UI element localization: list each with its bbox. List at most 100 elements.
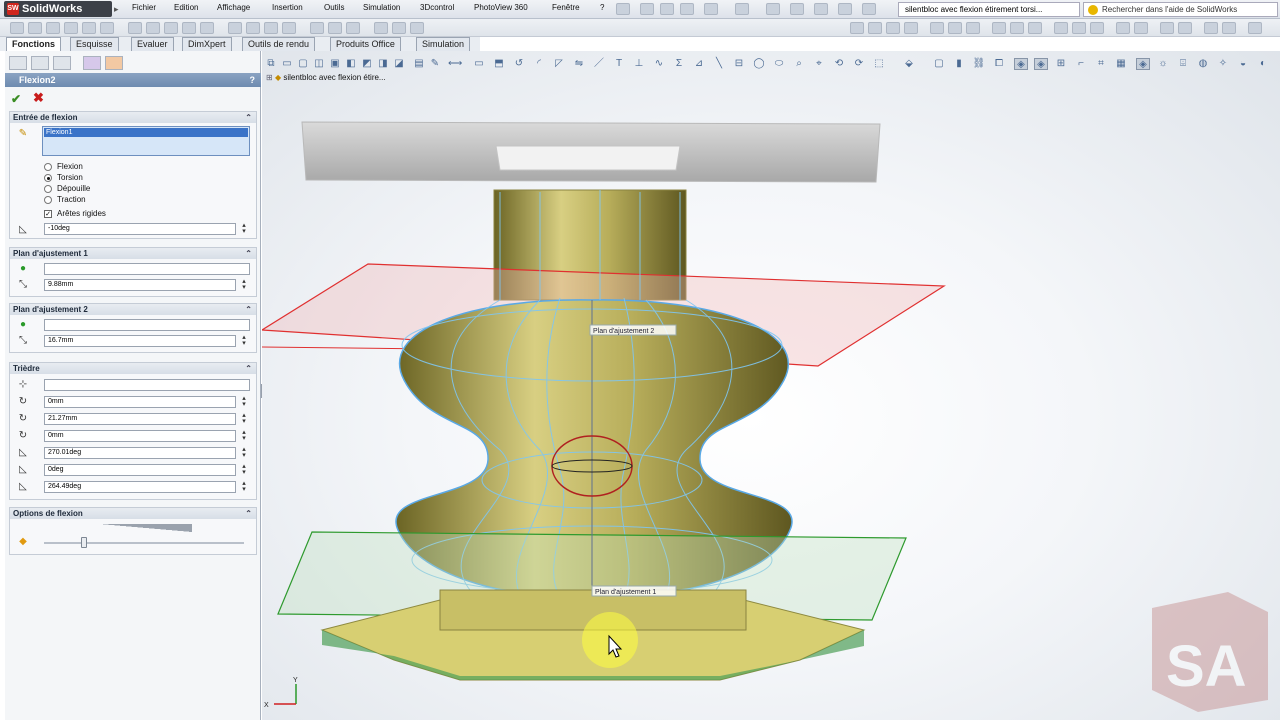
feature-toolbar-icon[interactable] xyxy=(64,22,78,34)
feature-toolbar-icon[interactable] xyxy=(1028,22,1042,34)
annotation-icon[interactable]: ⌗ xyxy=(1094,58,1108,70)
feature-toolbar-icon[interactable] xyxy=(904,22,918,34)
ambient-icon[interactable]: ◐ xyxy=(1256,58,1270,70)
feature-toolbar-icon[interactable] xyxy=(128,22,142,34)
toolbar-dropdown-icon[interactable] xyxy=(862,3,876,15)
menu-pin-icon[interactable]: ▸ xyxy=(114,1,126,17)
feature-toolbar-icon[interactable] xyxy=(246,22,260,34)
light-icon[interactable]: ☼ xyxy=(1156,58,1170,70)
roll-icon[interactable]: ⟳ xyxy=(852,58,866,70)
constraints-icon[interactable]: ⌐ xyxy=(1074,58,1088,70)
view-orientation-icon[interactable]: ▣ xyxy=(328,58,342,70)
group-header[interactable]: Entrée de flexion ⌃ xyxy=(10,112,256,123)
radio-traction[interactable] xyxy=(44,196,52,204)
feature-toolbar-icon[interactable] xyxy=(200,22,214,34)
triad-rx-input[interactable]: 270.01deg xyxy=(44,447,236,459)
tab-outils-de-rendu[interactable]: Outils de rendu xyxy=(242,37,316,51)
aretes-rigides-checkbox[interactable]: ✓ xyxy=(44,210,52,218)
active-view-tool-icon[interactable]: ◈ xyxy=(1034,58,1048,70)
group-header[interactable]: Trièdre ⌃ xyxy=(10,363,256,374)
group-header[interactable]: Options de flexion ⌃ xyxy=(10,508,256,519)
up-down-spinner-icon[interactable]: ▴ ▾ xyxy=(240,480,248,493)
feature-toolbar-icon[interactable] xyxy=(228,22,242,34)
feature-toolbar-icon[interactable] xyxy=(1116,22,1130,34)
select-icon[interactable] xyxy=(766,3,780,15)
feature-toolbar-icon[interactable] xyxy=(46,22,60,34)
edit-appearance-icon[interactable]: ◨ xyxy=(376,58,390,70)
zoom-icon[interactable]: ⌕ xyxy=(792,58,806,70)
feature-toolbar-icon[interactable] xyxy=(392,22,406,34)
print-icon[interactable] xyxy=(704,3,718,15)
chamfer-icon[interactable]: ◸ xyxy=(552,58,566,70)
split-icon[interactable]: ⊟ xyxy=(732,58,746,70)
plan1-selection-input[interactable] xyxy=(44,263,250,275)
new-document-icon[interactable] xyxy=(640,3,654,15)
feature-toolbar-icon[interactable] xyxy=(264,22,278,34)
radio-torsion[interactable] xyxy=(44,174,52,182)
feature-toolbar-icon[interactable] xyxy=(886,22,900,34)
shadows-icon[interactable]: ◒ xyxy=(1236,58,1250,70)
zoom-fit-icon[interactable]: ⧉ xyxy=(264,58,278,70)
feature-toolbar-icon[interactable] xyxy=(948,22,962,34)
chevron-up-icon[interactable]: ⌃ xyxy=(245,304,252,315)
feature-toolbar-icon[interactable] xyxy=(966,22,980,34)
feature-toolbar-icon[interactable] xyxy=(100,22,114,34)
box-icon[interactable]: ⬚ xyxy=(872,58,886,70)
feature-toolbar-icon[interactable] xyxy=(930,22,944,34)
pan-icon[interactable]: ⌖ xyxy=(812,58,826,70)
feature-toolbar-icon[interactable] xyxy=(328,22,342,34)
triad-y-input[interactable]: 21.27mm xyxy=(44,413,236,425)
up-down-spinner-icon[interactable]: ▴ ▾ xyxy=(240,222,248,235)
feature-toolbar-icon[interactable] xyxy=(146,22,160,34)
graphics-area[interactable]: Plan d'ajustement 2 Plan d'ajustement 1 … xyxy=(262,51,1280,720)
menu-3dcontrol[interactable]: 3Dcontrol xyxy=(420,3,454,12)
feature-toolbar-icon[interactable] xyxy=(10,22,24,34)
plan2-distance-input[interactable]: 16.7mm xyxy=(44,335,236,347)
active-view-tool-icon[interactable]: ◈ xyxy=(1014,58,1028,70)
help-search-input[interactable]: Rechercher dans l'aide de SolidWorks xyxy=(1083,2,1278,17)
sketch-grid-icon[interactable]: ⊞ xyxy=(1054,58,1068,70)
snapshot-icon[interactable]: ⧠ xyxy=(992,58,1006,70)
sketch-icon[interactable]: ✎ xyxy=(428,58,442,70)
loft-icon[interactable]: ⬭ xyxy=(772,58,786,70)
plan2-selection-input[interactable] xyxy=(44,319,250,331)
menu-affichage[interactable]: Affichage xyxy=(217,3,250,12)
feature-toolbar-icon[interactable] xyxy=(1178,22,1192,34)
dimxpert-tab-icon[interactable] xyxy=(83,56,101,70)
feature-toolbar-icon[interactable] xyxy=(992,22,1006,34)
apply-scene-icon[interactable]: ◪ xyxy=(392,58,406,70)
text-icon[interactable]: T xyxy=(612,58,626,70)
shell-icon[interactable]: ◯ xyxy=(752,58,766,70)
feature-toolbar-icon[interactable] xyxy=(1072,22,1086,34)
help-icon[interactable]: ? xyxy=(250,73,256,87)
save-icon[interactable] xyxy=(680,3,694,15)
feature-toolbar-icon[interactable] xyxy=(1134,22,1148,34)
active-view-tool-icon[interactable]: ◈ xyxy=(1136,58,1150,70)
isometric-icon[interactable]: ⬙ xyxy=(902,58,916,70)
smart-dimension-icon[interactable]: ⟷ xyxy=(448,58,462,70)
up-down-spinner-icon[interactable]: ▴ ▾ xyxy=(240,395,248,408)
selected-body-item[interactable]: Flexion1 xyxy=(44,128,248,137)
pin-icon[interactable] xyxy=(616,3,630,15)
feature-toolbar-icon[interactable] xyxy=(868,22,882,34)
menu-outils[interactable]: Outils xyxy=(324,3,344,12)
feature-toolbar-icon[interactable] xyxy=(346,22,360,34)
menu-photoview[interactable]: PhotoView 360 xyxy=(474,3,528,12)
ok-check-icon[interactable]: ✔ xyxy=(11,92,21,106)
group-header[interactable]: Plan d'ajustement 1 ⌃ xyxy=(10,248,256,259)
rectangle-icon[interactable]: ▭ xyxy=(472,58,486,70)
chevron-up-icon[interactable]: ⌃ xyxy=(245,508,252,519)
feature-toolbar-icon[interactable] xyxy=(1010,22,1024,34)
radio-flexion[interactable] xyxy=(44,163,52,171)
fillet-icon[interactable]: ◜ xyxy=(532,58,546,70)
triad-x-input[interactable]: 0mm xyxy=(44,396,236,408)
lock-icon[interactable]: ▮ xyxy=(952,58,966,70)
display-manager-tab-icon[interactable] xyxy=(105,56,123,70)
flyout-feature-tree[interactable]: ⊞ ◆ silentbloc avec flexion étire... xyxy=(266,73,386,82)
triad-z-input[interactable]: 0mm xyxy=(44,430,236,442)
table-icon[interactable]: ▦ xyxy=(1114,58,1128,70)
chevron-up-icon[interactable]: ⌃ xyxy=(245,363,252,374)
configuration-tab-icon[interactable] xyxy=(53,56,71,70)
render-icon[interactable]: ◍ xyxy=(1196,58,1210,70)
tab-dimxpert[interactable]: DimXpert xyxy=(182,37,232,51)
